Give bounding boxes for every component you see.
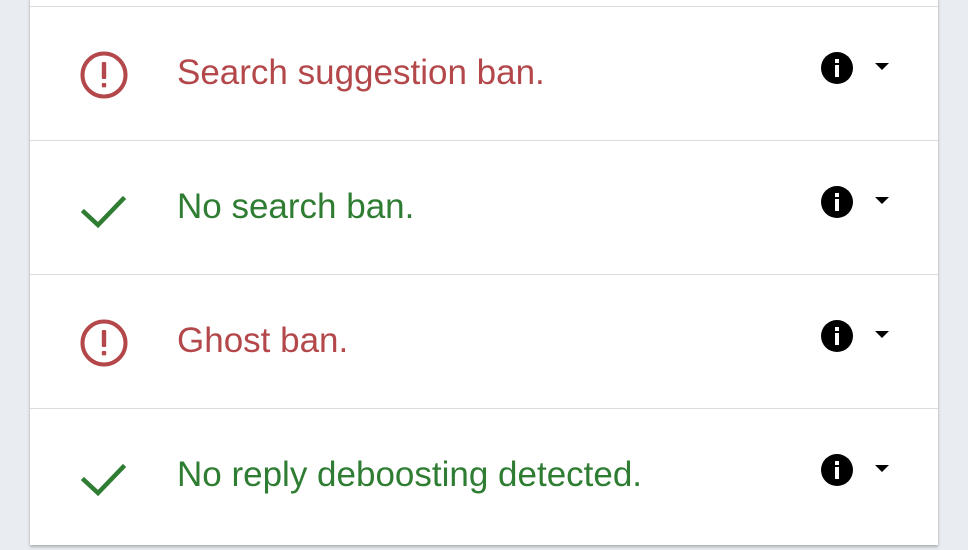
result-text: No search ban. xyxy=(177,187,415,226)
result-text: Search suggestion ban. xyxy=(177,53,545,92)
info-icon[interactable] xyxy=(820,185,854,219)
alert-circle-icon xyxy=(78,49,130,101)
info-icon[interactable] xyxy=(820,319,854,353)
results-card: Search suggestion ban. No search ban. Gh… xyxy=(30,0,938,545)
info-icon[interactable] xyxy=(820,453,854,487)
alert-circle-icon xyxy=(78,317,130,369)
result-text: No reply deboosting detected. xyxy=(177,455,643,494)
chevron-down-icon[interactable] xyxy=(872,59,892,75)
info-icon[interactable] xyxy=(820,51,854,85)
check-icon xyxy=(78,183,130,235)
result-text: Ghost ban. xyxy=(177,321,349,360)
result-row-search-ban: No search ban. xyxy=(30,140,938,274)
chevron-down-icon[interactable] xyxy=(872,193,892,209)
result-row-ghost-ban: Ghost ban. xyxy=(30,274,938,408)
result-row-reply-deboosting: No reply deboosting detected. xyxy=(30,408,938,542)
chevron-down-icon[interactable] xyxy=(872,461,892,477)
check-icon xyxy=(78,451,130,503)
chevron-down-icon[interactable] xyxy=(872,327,892,343)
result-row-search-suggestion: Search suggestion ban. xyxy=(30,6,938,140)
